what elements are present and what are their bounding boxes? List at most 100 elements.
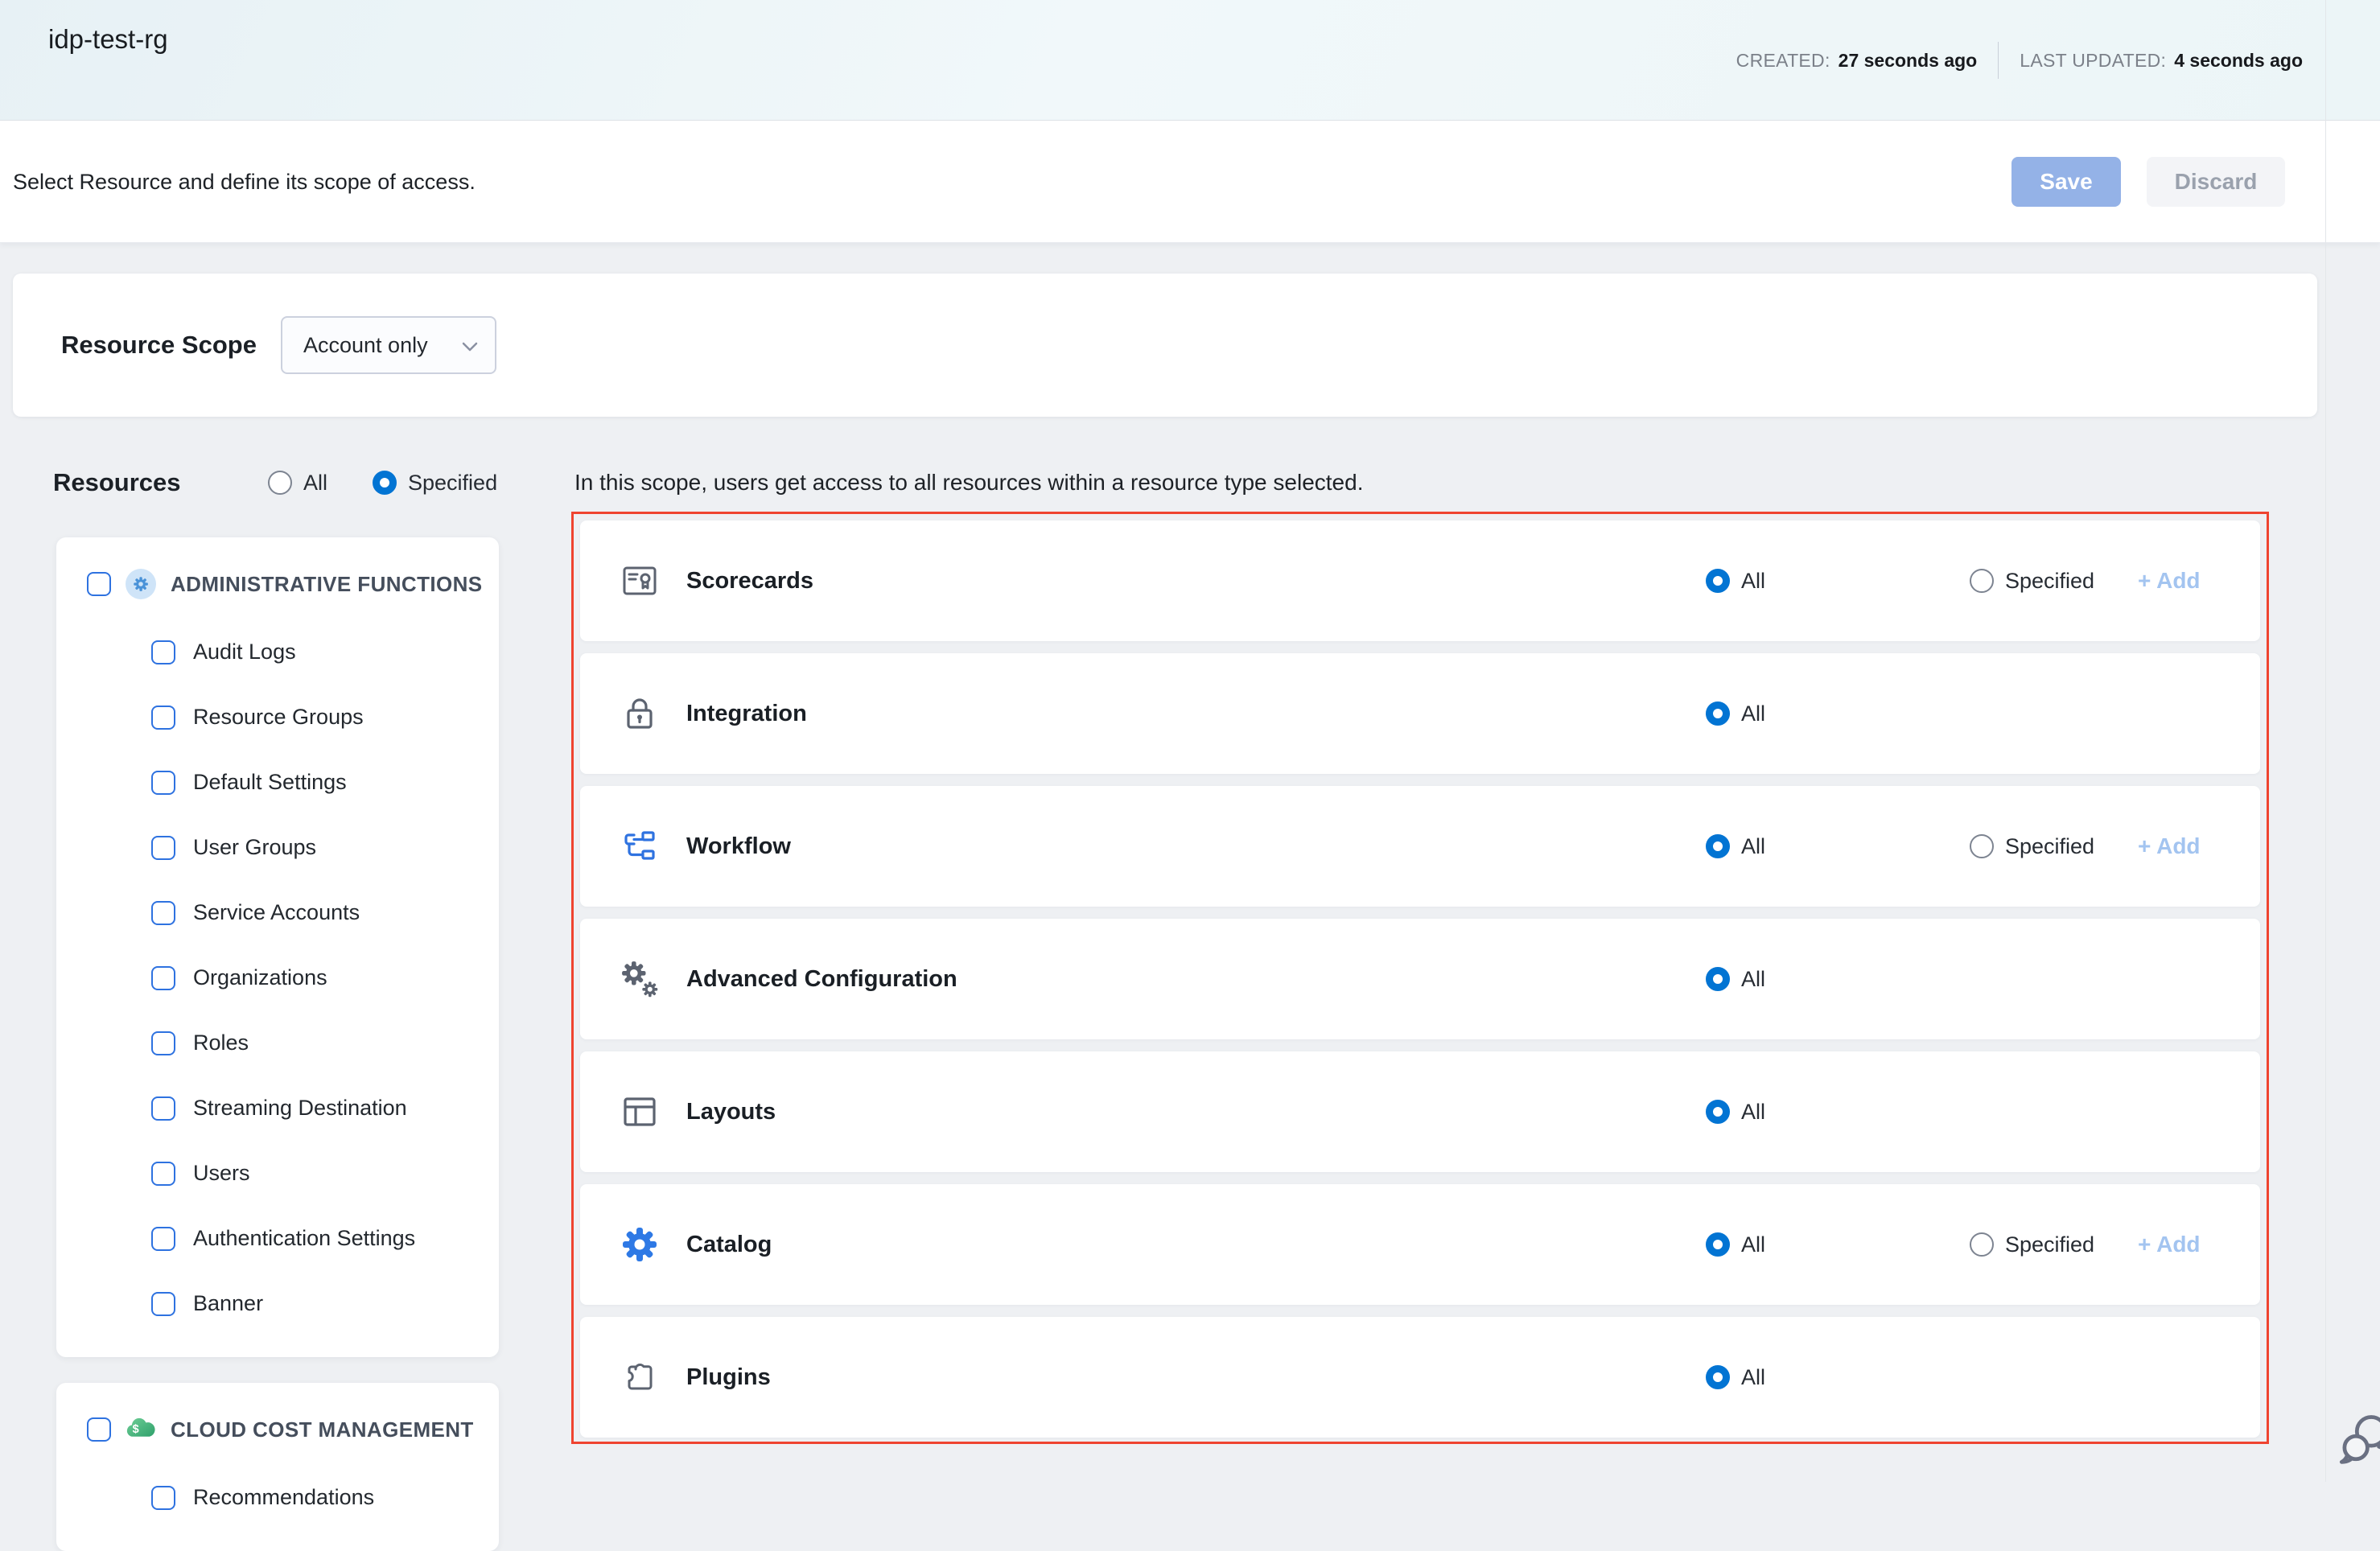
action-toolbar: Select Resource and define its scope of … [0,121,2380,243]
updated-label: LAST UPDATED: [2020,50,2166,71]
add-button[interactable]: + Add [2138,786,2201,907]
page-title: idp-test-rg [48,24,168,55]
scorecards-icon [620,562,659,600]
item-checkbox[interactable] [151,640,175,664]
group-name: CLOUD COST MANAGEMENT [171,1417,474,1442]
row-all-control: All [1706,919,1765,1039]
radio-all-label: All [1741,834,1765,859]
puzzle-icon [620,1358,659,1397]
radio-all-label: All [1741,967,1765,992]
discard-button[interactable]: Discard [2147,157,2285,207]
resources-radio-specified-label: Specified [408,471,497,496]
item-checkbox[interactable] [151,1486,175,1510]
cloud-dollar-icon: $ [126,1414,156,1445]
radio-all-label: All [1741,701,1765,726]
item-label: Organizations [193,965,327,990]
radio-specified[interactable] [1970,569,1994,593]
row-specified-control: Specified [1970,1184,2094,1305]
list-item: Organizations [56,945,499,1010]
add-button[interactable]: + Add [2138,1184,2201,1305]
group-name: ADMINISTRATIVE FUNCTIONS [171,572,483,597]
scope-instruction: In this scope, users get access to all r… [574,470,1363,496]
resource-type-row: PluginsAll [580,1317,2260,1438]
meta-divider [1998,42,1999,79]
header-meta: CREATED: 27 seconds ago LAST UPDATED:4 se… [1736,0,2303,121]
radio-specified[interactable] [1970,834,1994,858]
resource-type-row: Catalog All Specified + Add [580,1184,2260,1305]
row-specified-control: Specified [1970,786,2094,907]
row-all-control: All [1706,653,1765,774]
group-checkbox[interactable] [87,572,111,596]
created-label: CREATED: [1736,50,1830,71]
resource-type-row: Advanced Configuration All [580,919,2260,1039]
item-label: Users [193,1161,250,1186]
resources-radio-all-label: All [303,471,327,496]
resource-type-title: Scorecards [686,520,813,641]
item-checkbox[interactable] [151,966,175,990]
radio-all[interactable] [1706,834,1730,858]
item-label: Resource Groups [193,705,364,730]
radio-all[interactable] [1706,1100,1730,1124]
item-checkbox[interactable] [151,1096,175,1121]
radio-all-label: All [1741,569,1765,594]
resource-type-title: Layouts [686,1051,776,1172]
row-all-control: All [1706,1051,1765,1172]
page-header: idp-test-rg CREATED: 27 seconds ago LAST … [0,0,2380,121]
add-button[interactable]: + Add [2138,520,2201,641]
resources-radio-specified[interactable] [373,471,397,495]
list-item: Recommendations [56,1465,499,1530]
resource-scope-label: Resource Scope [61,274,257,417]
created-text: CREATED: 27 seconds ago [1736,50,1978,72]
item-checkbox[interactable] [151,1227,175,1251]
item-checkbox[interactable] [151,706,175,730]
radio-specified-label: Specified [2005,1232,2094,1257]
group-items: Audit Logs Resource Groups Default Setting… [56,610,499,1336]
list-item: Authentication Settings [56,1206,499,1271]
save-button[interactable]: Save [2011,157,2121,207]
item-checkbox[interactable] [151,1162,175,1186]
resource-scope-dropdown[interactable]: Account only [281,316,496,374]
item-checkbox[interactable] [151,1031,175,1055]
list-item: Banner [56,1271,499,1336]
list-item: Audit Logs [56,619,499,685]
row-all-control: All [1706,1184,1765,1305]
layout-icon [620,1092,659,1131]
resource-type-title: Advanced Configuration [686,919,957,1039]
radio-all-label: All [1741,1232,1765,1257]
item-label: Service Accounts [193,900,360,925]
resources-title: Resources [53,459,181,507]
chevron-down-icon [461,333,479,358]
radio-specified[interactable] [1970,1232,1994,1257]
created-value: 27 seconds ago [1839,50,1978,71]
item-label: Roles [193,1031,249,1055]
updated-text: LAST UPDATED:4 seconds ago [2020,50,2303,72]
radio-all[interactable] [1706,967,1730,991]
group-items: Recommendations [56,1455,499,1530]
resource-type-title: Catalog [686,1184,772,1305]
gear-blue-icon [620,1225,659,1264]
group-checkbox[interactable] [87,1417,111,1442]
resource-group-card: ADMINISTRATIVE FUNCTIONS Audit Logs Resour… [56,537,499,1357]
radio-all[interactable] [1706,569,1730,593]
resources-list: ADMINISTRATIVE FUNCTIONS Audit Logs Resour… [56,537,499,1551]
chat-bubbles-icon[interactable] [2335,1409,2380,1471]
workflow-icon [620,827,659,866]
item-label: Default Settings [193,770,347,795]
resource-type-title: Workflow [686,786,791,907]
item-checkbox[interactable] [151,1292,175,1316]
resource-type-row: Integration All [580,653,2260,774]
radio-all[interactable] [1706,1365,1730,1389]
radio-all[interactable] [1706,701,1730,726]
resource-type-title: Integration [686,653,807,774]
item-label: Recommendations [193,1485,374,1510]
resource-scope-card: Resource Scope Account only [13,274,2317,417]
gears-icon [620,960,659,998]
list-item: Streaming Destination [56,1076,499,1141]
item-checkbox[interactable] [151,836,175,860]
resource-scope-value: Account only [303,333,428,358]
item-checkbox[interactable] [151,901,175,925]
resources-radio-all[interactable] [268,471,292,495]
item-checkbox[interactable] [151,771,175,795]
radio-all[interactable] [1706,1232,1730,1257]
row-specified-control: Specified [1970,520,2094,641]
